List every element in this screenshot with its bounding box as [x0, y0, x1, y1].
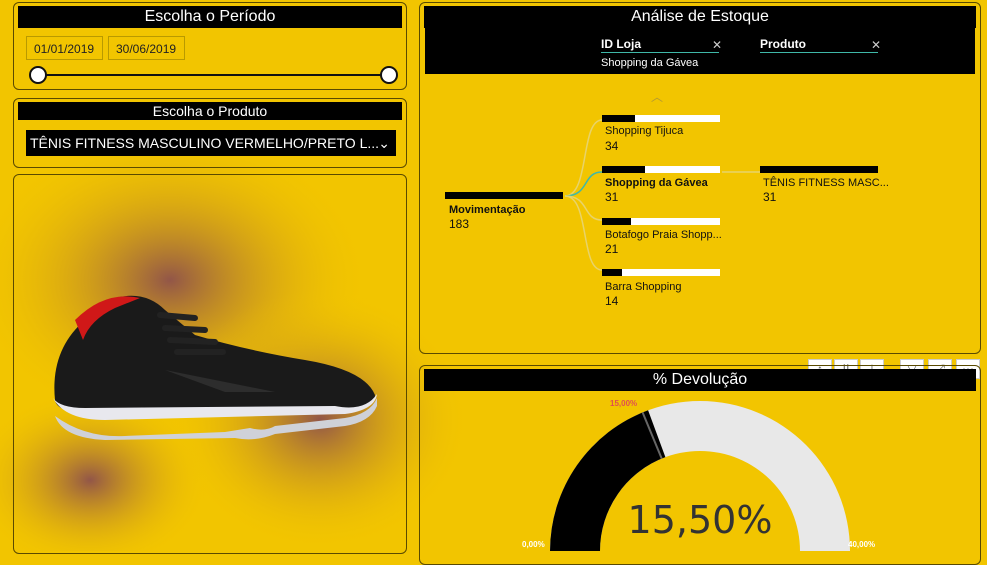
gauge-min-label: 0,00% [522, 540, 545, 549]
filter-value-id-loja: Shopping da Gávea [601, 57, 699, 69]
store-node-bar[interactable] [602, 115, 720, 122]
store-node-value: 21 [605, 242, 619, 256]
store-node-bar[interactable] [602, 166, 720, 173]
store-node-label: Shopping da Gávea [605, 177, 708, 189]
filter-id-loja-underline [601, 52, 719, 53]
store-node-label: Botafogo Praia Shopp... [605, 229, 722, 241]
slider-end-handle[interactable] [380, 66, 398, 84]
store-node-value: 34 [605, 139, 619, 153]
devolucao-title: % Devolução [424, 369, 976, 391]
product-dropdown[interactable]: TÊNIS FITNESS MASCULINO VERMELHO/PRETO L… [26, 130, 396, 156]
gauge-max-label: 40,00% [848, 540, 876, 549]
sneaker-image [53, 295, 377, 440]
product-selected-value: TÊNIS FITNESS MASCULINO VERMELHO/PRETO L… [30, 135, 380, 151]
root-node-label: Movimentação [449, 204, 526, 216]
close-icon[interactable]: ✕ [871, 38, 881, 52]
end-date-field[interactable]: 30/06/2019 [108, 36, 185, 60]
store-node-label: Shopping Tijuca [605, 125, 684, 137]
leaf-node-bar[interactable] [760, 166, 878, 173]
root-node-bar[interactable] [445, 192, 563, 199]
leaf-node-value: 31 [763, 190, 777, 204]
close-icon[interactable]: ✕ [712, 38, 722, 52]
period-title: Escolha o Período [18, 6, 402, 28]
store-node-bar[interactable] [602, 218, 720, 225]
stock-title: Análise de Estoque [424, 6, 976, 28]
chevron-down-icon: ⌄ [378, 135, 390, 151]
leaf-node-label: TÊNIS FITNESS MASC... [763, 177, 889, 189]
store-node-value: 31 [605, 190, 619, 204]
gauge-target-label: 15,00% [610, 399, 638, 408]
gauge-value-text: 15,50% [628, 498, 773, 542]
store-node-value: 14 [605, 294, 619, 308]
store-node-label: Barra Shopping [605, 281, 682, 293]
filter-label-id-loja: ID Loja [601, 37, 642, 51]
root-node-value: 183 [449, 217, 470, 231]
filter-produto-underline [760, 52, 878, 53]
devolucao-gauge: 15,50% [550, 401, 850, 551]
store-node-bar[interactable] [602, 269, 720, 276]
stock-filters-bar [425, 28, 975, 74]
start-date-field[interactable]: 01/01/2019 [26, 36, 103, 60]
chevron-up-icon[interactable]: ︿ [651, 88, 663, 105]
product-title: Escolha o Produto [18, 102, 402, 120]
filter-label-produto: Produto [760, 37, 806, 51]
slider-start-handle[interactable] [29, 66, 47, 84]
period-slider-track[interactable] [38, 74, 390, 76]
